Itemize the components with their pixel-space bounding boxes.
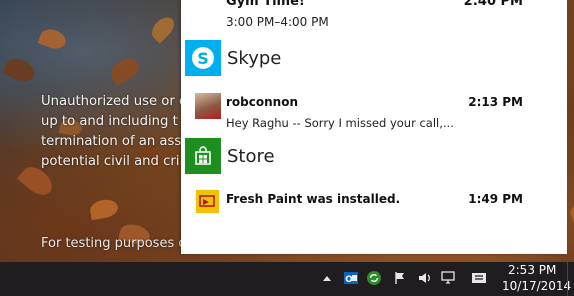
notification-title[interactable]: robconnon: [226, 95, 298, 109]
group-label: Skype: [227, 47, 282, 69]
sync-icon[interactable]: [366, 270, 382, 286]
fresh-paint-icon: [196, 190, 219, 213]
notification-time: 1:49 PM: [468, 192, 523, 206]
outlook-icon[interactable]: O: [343, 270, 359, 286]
notification-body: 3:00 PM–4:00 PM: [226, 15, 329, 29]
taskbar: [0, 262, 574, 296]
action-center-panel: Gym Time! 2:40 PM 3:00 PM–4:00 PM S Skyp…: [181, 0, 567, 254]
store-icon: [185, 138, 221, 174]
svg-text:S: S: [197, 49, 209, 68]
svg-text:O: O: [345, 275, 353, 285]
warning-line: Unauthorized use or d: [41, 94, 181, 109]
notification-body: Hey Raghu -- Sorry I missed your call,..…: [226, 116, 454, 130]
clock-time[interactable]: 2:53 PM: [508, 263, 556, 277]
flag-icon[interactable]: [392, 270, 408, 286]
warning-text: Unauthorized use or d up to and includin…: [41, 92, 181, 172]
warning-line: up to and including t: [41, 114, 178, 129]
notification-title[interactable]: Gym Time!: [226, 0, 305, 9]
group-label: Store: [227, 145, 275, 167]
action-center-icon[interactable]: [471, 270, 487, 286]
avatar: [195, 93, 221, 119]
warning-line: potential civil and cri: [41, 154, 180, 169]
notification-time: 2:13 PM: [468, 95, 523, 109]
network-icon[interactable]: [441, 270, 457, 286]
clock-date[interactable]: 10/17/2014: [502, 279, 571, 293]
volume-icon[interactable]: [417, 270, 433, 286]
notification-title[interactable]: Fresh Paint was installed.: [226, 192, 400, 206]
chevron-up-icon[interactable]: [319, 270, 335, 286]
group-header-skype[interactable]: S Skype: [185, 40, 281, 76]
notification-time: 2:40 PM: [463, 0, 523, 9]
skype-icon: S: [185, 40, 221, 76]
show-desktop-button[interactable]: [567, 262, 574, 296]
warning-line: termination of an ass: [41, 134, 181, 149]
group-header-store[interactable]: Store: [185, 138, 275, 174]
